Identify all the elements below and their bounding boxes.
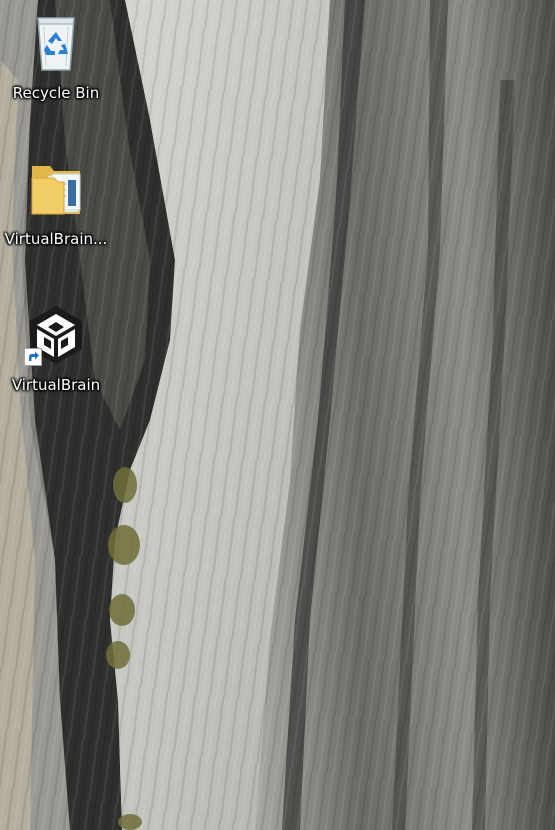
desktop-icon-unity-shortcut[interactable]: VirtualBrain — [2, 296, 110, 432]
desktop-icon-label: VirtualBrain... — [4, 230, 108, 248]
desktop-icon-recycle-bin[interactable]: Recycle Bin — [2, 4, 110, 140]
desktop-icon-label: Recycle Bin — [12, 84, 100, 102]
desktop-icon-label: VirtualBrain — [11, 376, 101, 394]
desktop-icon-folder[interactable]: VirtualBrain... — [2, 150, 110, 286]
recycle-bin-icon — [24, 10, 88, 74]
shortcut-arrow-icon — [24, 348, 42, 366]
folder-icon — [24, 156, 88, 220]
unity-app-icon — [24, 302, 88, 366]
